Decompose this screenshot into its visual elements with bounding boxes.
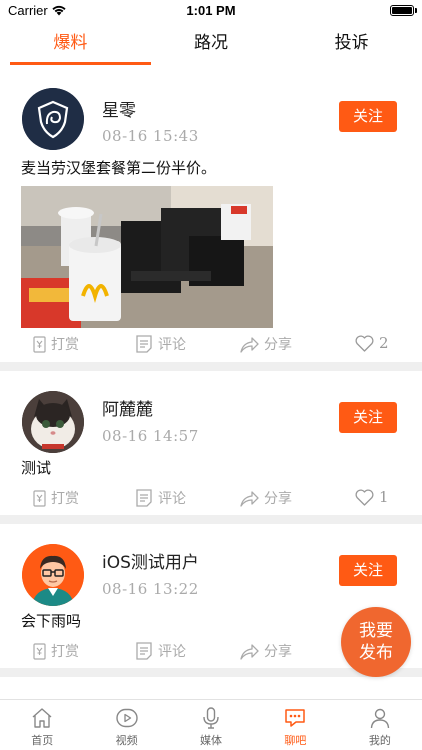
avatar[interactable] xyxy=(22,88,84,150)
share-label: 分享 xyxy=(264,491,292,507)
avatar[interactable] xyxy=(22,544,84,606)
post-divider xyxy=(0,362,422,371)
comment-button[interactable]: 评论 xyxy=(135,488,186,508)
bottom-tab-bar: 首页 视频 媒体 聊吧 我的 xyxy=(0,699,422,750)
avatar[interactable] xyxy=(22,391,84,453)
mcdonalds-photo xyxy=(21,186,273,328)
comment-button[interactable]: 评论 xyxy=(135,641,186,661)
heart-icon xyxy=(355,488,374,506)
tab-video-label: 视频 xyxy=(115,734,138,747)
publish-label-line1: 我要 xyxy=(359,621,393,641)
post-card: 阿麓麓 08-16 14:57 关注 测试 打赏 评论 分享 1 xyxy=(0,371,422,515)
reward-label: 打赏 xyxy=(51,644,79,660)
comment-button[interactable]: 评论 xyxy=(135,334,186,354)
share-icon xyxy=(240,490,259,507)
home-icon xyxy=(32,708,52,728)
post-text: 会下雨吗 xyxy=(21,612,82,630)
tab-media-label: 媒体 xyxy=(200,734,223,747)
like-count: 2 xyxy=(379,334,389,352)
heart-icon xyxy=(355,334,374,352)
like-button[interactable]: 2 xyxy=(355,334,389,352)
tab-video[interactable]: 视频 xyxy=(84,700,168,750)
publish-button[interactable]: 我要 发布 xyxy=(341,607,411,677)
reward-button[interactable]: 打赏 xyxy=(33,334,79,354)
reward-label: 打赏 xyxy=(51,337,79,353)
share-label: 分享 xyxy=(264,337,292,353)
share-button[interactable]: 分享 xyxy=(240,334,292,354)
username[interactable]: iOS测试用户 xyxy=(102,548,199,573)
share-icon xyxy=(240,643,259,660)
post-text: 测试 xyxy=(21,459,52,477)
post-divider xyxy=(0,515,422,524)
share-button[interactable]: 分享 xyxy=(240,641,292,661)
comment-icon xyxy=(136,335,152,353)
tab-media[interactable]: 媒体 xyxy=(169,700,253,750)
post-actions: 打赏 评论 分享 2 xyxy=(0,334,422,358)
tab-profile[interactable]: 我的 xyxy=(338,700,422,750)
tab-tousu[interactable]: 投诉 xyxy=(281,22,422,68)
publish-label-line2: 发布 xyxy=(359,643,393,663)
follow-button[interactable]: 关注 xyxy=(339,101,397,132)
status-bar: Carrier 1:01 PM xyxy=(0,0,422,22)
microphone-icon xyxy=(203,707,219,729)
post-actions: 打赏 评论 分享 1 xyxy=(0,488,422,512)
timestamp: 08-16 13:22 xyxy=(102,580,199,598)
tab-home-label: 首页 xyxy=(31,734,54,747)
comment-label: 评论 xyxy=(158,337,186,353)
cat-avatar-icon xyxy=(22,391,84,453)
chat-icon xyxy=(285,709,306,727)
tab-lukuang[interactable]: 路况 xyxy=(141,22,282,68)
post-image[interactable] xyxy=(21,186,273,328)
battery-cap xyxy=(415,8,417,13)
reward-label: 打赏 xyxy=(51,491,79,507)
timestamp: 08-16 15:43 xyxy=(102,127,199,145)
gift-icon xyxy=(33,489,46,507)
reward-button[interactable]: 打赏 xyxy=(33,641,79,661)
reward-button[interactable]: 打赏 xyxy=(33,488,79,508)
comment-icon xyxy=(136,642,152,660)
follow-button[interactable]: 关注 xyxy=(339,402,397,433)
username[interactable]: 阿麓麓 xyxy=(102,395,153,420)
shield-logo-icon xyxy=(22,88,84,150)
active-tab-indicator xyxy=(10,62,151,65)
share-icon xyxy=(240,336,259,353)
profile-icon xyxy=(370,708,390,729)
timestamp: 08-16 14:57 xyxy=(102,427,199,445)
post-feed[interactable]: 星零 08-16 15:43 关注 麦当劳汉堡套餐第二份半价。 打赏 评论 分享… xyxy=(0,68,422,700)
gift-icon xyxy=(33,335,46,353)
comment-label: 评论 xyxy=(158,491,186,507)
clock: 1:01 PM xyxy=(186,3,236,18)
like-count: 1 xyxy=(379,488,389,506)
share-label: 分享 xyxy=(264,644,292,660)
post-text: 麦当劳汉堡套餐第二份半价。 xyxy=(21,159,217,177)
tab-profile-label: 我的 xyxy=(368,734,391,747)
video-icon xyxy=(115,708,138,728)
comment-label: 评论 xyxy=(158,644,186,660)
tab-chat[interactable]: 聊吧 xyxy=(253,700,337,750)
tab-chat-label: 聊吧 xyxy=(284,734,307,747)
follow-button[interactable]: 关注 xyxy=(339,555,397,586)
tab-home[interactable]: 首页 xyxy=(0,700,84,750)
share-button[interactable]: 分享 xyxy=(240,488,292,508)
like-button[interactable]: 1 xyxy=(355,488,389,506)
battery-icon xyxy=(390,5,414,16)
gift-icon xyxy=(33,642,46,660)
user-avatar-icon xyxy=(22,544,84,606)
username[interactable]: 星零 xyxy=(102,96,136,121)
comment-icon xyxy=(136,489,152,507)
post-card: 星零 08-16 15:43 关注 麦当劳汉堡套餐第二份半价。 打赏 评论 分享… xyxy=(0,68,422,362)
